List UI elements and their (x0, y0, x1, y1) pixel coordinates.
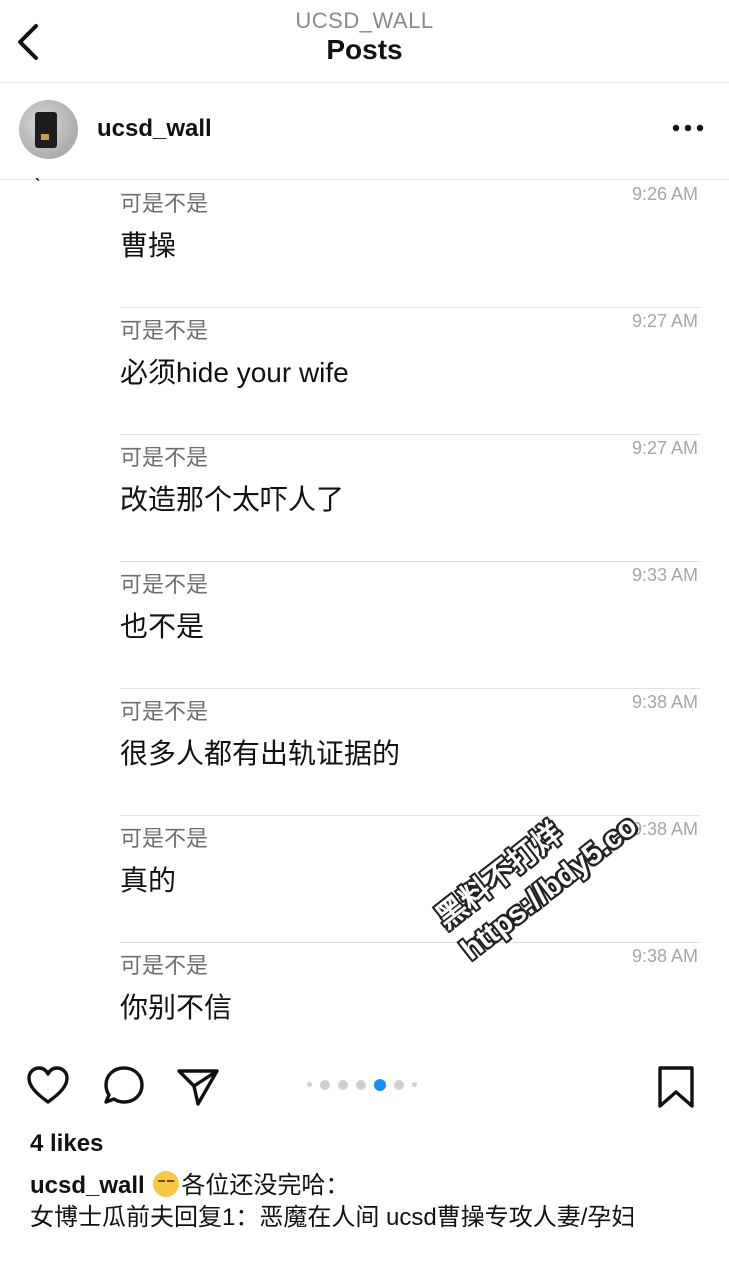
carousel-dot (412, 1082, 417, 1088)
comment-icon (104, 1066, 144, 1104)
message-text: 你别不信 (120, 992, 233, 1023)
chat-message: 可是不是 9:27 AM 必须hide your wife (120, 307, 700, 435)
like-button[interactable] (24, 1062, 72, 1110)
top-nav-bar: UCSD_WALL Posts (0, 0, 729, 83)
likes-count[interactable]: 4 likes (30, 1130, 103, 1158)
caption-line-2: 女博士瓜前夫回复1：恶魔在人间 ucsd曹操专攻人妻/孕妇 (30, 1204, 636, 1231)
carousel-dot (394, 1079, 404, 1090)
carousel-dot (356, 1079, 366, 1090)
message-text: 曹操 (120, 230, 177, 261)
post-action-bar (0, 1056, 729, 1116)
message-sender: 可是不是 (120, 699, 209, 724)
message-time: 9:38 AM (631, 946, 698, 966)
chat-message: 可是不是 9:33 AM 也不是 (120, 561, 700, 689)
share-icon (177, 1069, 219, 1106)
post-caption: ucsd_wall 各位还没完哈： 女博士瓜前夫回复1：恶魔在人间 ucsd曹操… (30, 1170, 700, 1234)
bookmark-icon (658, 1066, 694, 1108)
comment-button[interactable] (100, 1062, 148, 1110)
message-time: 9:26 AM (631, 184, 698, 204)
message-time: 9:38 AM (631, 692, 698, 712)
message-sender: 可是不是 (120, 191, 209, 216)
message-sender: 可是不是 (120, 445, 209, 470)
chat-message: 可是不是 9:38 AM 你别不信 (120, 942, 700, 1069)
message-time: 9:27 AM (631, 438, 698, 458)
dizzy-face-emoji-icon (153, 1171, 180, 1197)
carousel-dot (320, 1079, 330, 1090)
carousel-dot (307, 1082, 312, 1088)
heart-icon (27, 1066, 69, 1104)
message-text: 也不是 (120, 611, 205, 642)
message-text: 真的 (120, 865, 177, 896)
post-username[interactable]: ucsd_wall (97, 115, 212, 143)
avatar-device-light (41, 134, 49, 140)
message-text: 改造那个太吓人了 (120, 484, 345, 515)
message-sender: 可是不是 (120, 318, 209, 343)
message-text: 必须hide your wife (120, 357, 349, 388)
account-subtitle: UCSD_WALL (295, 8, 434, 33)
carousel-indicator (303, 1076, 421, 1091)
more-options-button[interactable] (668, 117, 708, 139)
more-dots-icon (672, 124, 704, 132)
post-header: ucsd_wall (0, 83, 729, 180)
page-title: Posts (326, 34, 403, 65)
message-text: 很多人都有出轨证据的 (120, 738, 401, 769)
caption-username[interactable]: ucsd_wall (30, 1172, 145, 1199)
message-time: 9:33 AM (631, 565, 698, 585)
message-sender: 可是不是 (120, 953, 209, 978)
avatar-device-shape (35, 112, 57, 148)
carousel-dot-active (374, 1078, 386, 1091)
message-sender: 可是不是 (120, 572, 209, 597)
caption-line-1: 各位还没完哈： (181, 1172, 350, 1199)
share-button[interactable] (174, 1062, 222, 1110)
partial-chevron-icon: ˋ (34, 174, 42, 199)
save-button[interactable] (652, 1062, 700, 1110)
avatar[interactable] (19, 100, 78, 159)
chat-message: 可是不是 9:27 AM 改造那个太吓人了 (120, 434, 700, 562)
carousel-dot (338, 1079, 348, 1090)
message-time: 9:27 AM (631, 311, 698, 331)
message-sender: 可是不是 (120, 826, 209, 851)
chat-message: 可是不是 9:26 AM 曹操 (120, 180, 700, 308)
